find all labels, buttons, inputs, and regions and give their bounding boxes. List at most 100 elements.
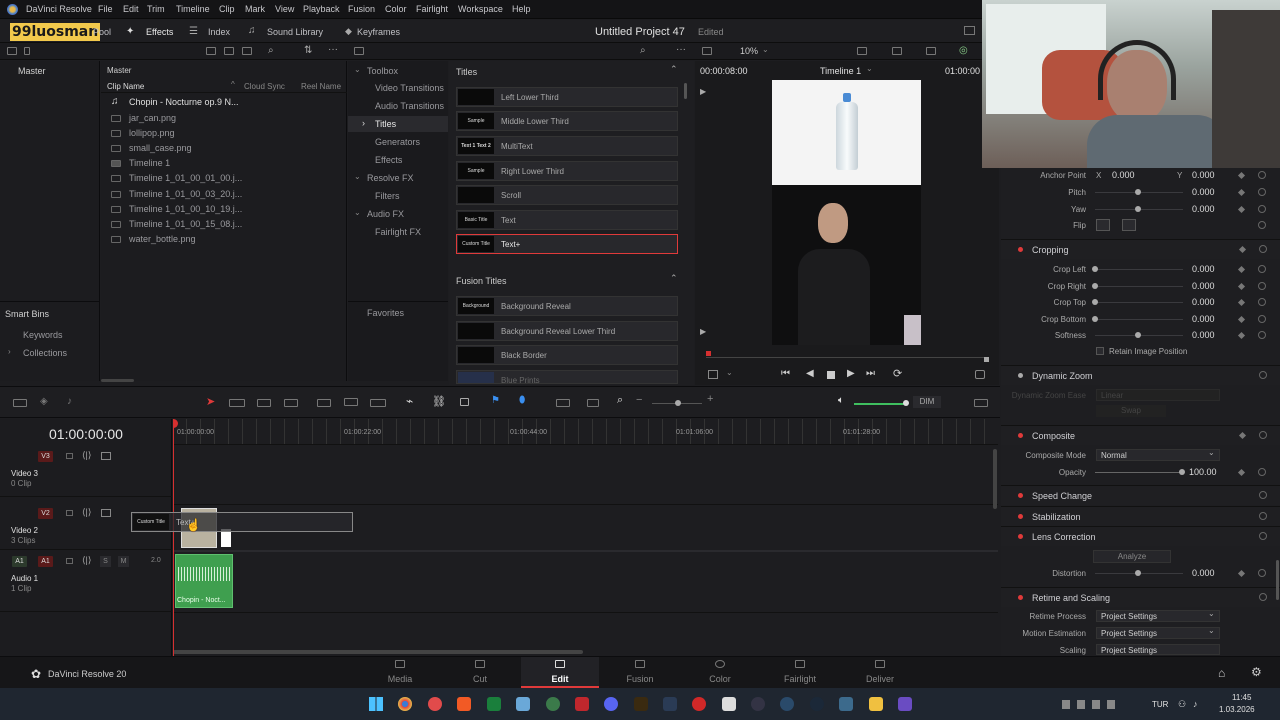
title-text[interactable]: Basic Title Text [456, 210, 678, 230]
flip-vertical-icon[interactable] [1122, 219, 1136, 231]
reset-icon[interactable] [1258, 315, 1266, 323]
zoom-fit-icon[interactable] [556, 399, 570, 407]
reset-icon[interactable] [1259, 431, 1267, 439]
edit-page-icon[interactable] [555, 660, 565, 668]
fusion-page-icon[interactable] [635, 660, 645, 668]
crop-bottom-value[interactable]: 0.000 [1192, 314, 1215, 324]
grid-view-icon[interactable] [224, 47, 234, 55]
column-cloud-sync[interactable]: Cloud Sync [244, 82, 285, 91]
disabled-dot[interactable] [1018, 373, 1023, 378]
enabled-dot[interactable] [1018, 534, 1023, 539]
clip-row[interactable]: Timeline 1_01_00_15_08.j... [101, 218, 347, 232]
auto-select-icon[interactable]: ⟨|⟩ [82, 507, 91, 518]
steam-icon[interactable] [780, 697, 794, 711]
davinci-taskbar-icon[interactable] [663, 697, 677, 711]
viewer-zoom[interactable]: 10% [740, 46, 758, 56]
solo-button[interactable]: S [100, 556, 111, 567]
replace-clip-icon[interactable] [370, 399, 386, 407]
more-options-icon[interactable]: ··· [328, 44, 338, 55]
insert-clip-icon[interactable] [317, 399, 331, 407]
tray-language[interactable]: TUR [1152, 700, 1168, 709]
color-page-icon[interactable] [715, 660, 725, 668]
lock-icon[interactable] [66, 558, 73, 564]
enable-track-icon[interactable] [101, 452, 111, 460]
reset-icon[interactable] [1258, 331, 1266, 339]
lock-icon[interactable] [66, 453, 73, 459]
volume-slider-fill[interactable] [854, 403, 906, 405]
anchor-y-value[interactable]: 0.000 [1192, 170, 1215, 180]
app-icon[interactable] [898, 697, 912, 711]
title-right-lower-third[interactable]: Sample Right Lower Third [456, 161, 678, 181]
obs-icon[interactable] [751, 697, 765, 711]
thumb-view-icon[interactable] [242, 47, 252, 55]
trim-tool-icon[interactable] [229, 399, 245, 407]
effects-panel-toggle-icon[interactable] [354, 47, 364, 55]
marker-icon[interactable]: ⬮ [519, 395, 525, 406]
timeline-options-icon[interactable] [974, 399, 988, 407]
keyframe-icon[interactable] [1238, 245, 1247, 254]
dynamic-zoom-section[interactable]: Dynamic Zoom [1001, 365, 1280, 385]
crop-right-value[interactable]: 0.000 [1192, 281, 1215, 291]
volume-icon[interactable]: ♪ [1193, 699, 1198, 709]
clip-row[interactable]: water_bottle.png [101, 233, 347, 247]
clip-row[interactable]: ♫ Chopin - Nocturne op.9 N... [101, 96, 347, 110]
menu-help[interactable]: Help [512, 4, 531, 14]
hs-app-icon[interactable] [546, 697, 560, 711]
menu-fairlight[interactable]: Fairlight [416, 4, 448, 14]
fairlight-page-icon[interactable] [795, 660, 805, 668]
steam-icon-alt[interactable] [810, 697, 824, 711]
chevron-down-icon[interactable]: ⌄ [1208, 626, 1215, 635]
timeline-tracks-area[interactable]: 01:00:00:00 01:00:22:00 01:00:44:00 01:0… [173, 419, 998, 656]
effects-search-icon[interactable]: ⌕ [640, 45, 646, 56]
opacity-knob[interactable] [1179, 469, 1185, 475]
enabled-dot[interactable] [1018, 247, 1023, 252]
swap-button[interactable]: Swap [1096, 405, 1166, 417]
chevron-down-icon[interactable]: ⌄ [354, 172, 361, 181]
fusion-title-background-reveal[interactable]: Background Reveal Background Reveal [456, 296, 678, 316]
play-reverse-icon[interactable]: ◀ [806, 368, 814, 379]
opacity-value[interactable]: 100.00 [1189, 467, 1217, 477]
sound-library-button[interactable]: Sound Library [267, 27, 323, 37]
zoom-detail-icon[interactable] [587, 399, 599, 407]
menu-fusion[interactable]: Fusion [348, 4, 375, 14]
inspector-scrollbar[interactable] [1276, 560, 1279, 600]
title-multitext[interactable]: Text 1 Text 2 MultiText [456, 136, 678, 156]
analyze-button[interactable]: Analyze [1093, 550, 1171, 563]
share-icon[interactable] [964, 26, 975, 35]
app-icon[interactable] [516, 697, 530, 711]
viewer-mode-icon[interactable] [857, 47, 867, 55]
home-icon[interactable]: ⌂ [1218, 666, 1225, 680]
softness-knob[interactable] [1135, 332, 1141, 338]
stop-icon[interactable] [827, 371, 835, 379]
chevron-down-icon[interactable]: ⌄ [866, 64, 873, 73]
viewer-layout-icon[interactable] [702, 47, 712, 55]
toolbox-node[interactable]: Toolbox [367, 66, 398, 76]
stabilization-section[interactable]: Stabilization [1001, 506, 1280, 526]
speaker-icon[interactable]: 🔈︎ [838, 395, 844, 406]
reset-icon[interactable] [1259, 593, 1267, 601]
reset-icon[interactable] [1258, 569, 1266, 577]
dynamic-trim-icon[interactable] [257, 399, 271, 407]
reset-icon[interactable] [1259, 512, 1267, 520]
viewer-timeline-name[interactable]: Timeline 1 [820, 66, 861, 76]
crop-bottom-knob[interactable] [1092, 316, 1098, 322]
go-to-end-icon[interactable]: ⏭ [866, 368, 875, 379]
menu-color[interactable]: Color [385, 4, 407, 14]
title-left-lower-third[interactable]: Left Lower Third [456, 87, 678, 107]
snapping-icon[interactable]: ⌁ [406, 394, 413, 408]
panel-toggle-icon[interactable] [7, 47, 17, 55]
viewer-transform-icon[interactable] [926, 47, 936, 55]
track-badge[interactable]: V3 [38, 451, 53, 462]
page-tab-deliver[interactable]: Deliver [855, 674, 905, 684]
page-tab-media[interactable]: Media [375, 674, 425, 684]
zoom-slider-knob[interactable] [675, 400, 681, 406]
tree-fairlight-fx[interactable]: Fairlight FX [375, 227, 421, 237]
flag-icon[interactable]: ⚑ [491, 395, 500, 406]
cut-page-icon[interactable] [475, 660, 485, 668]
clip-row[interactable]: Timeline 1_01_00_01_00.j... [101, 172, 347, 186]
page-tab-cut[interactable]: Cut [455, 674, 505, 684]
column-clip-name[interactable]: Clip Name [107, 82, 144, 91]
title-text-plus-selected[interactable]: Custom Title Text+ [456, 234, 678, 254]
enabled-dot[interactable] [1018, 595, 1023, 600]
previous-marker-icon[interactable]: ▶ [700, 87, 706, 96]
